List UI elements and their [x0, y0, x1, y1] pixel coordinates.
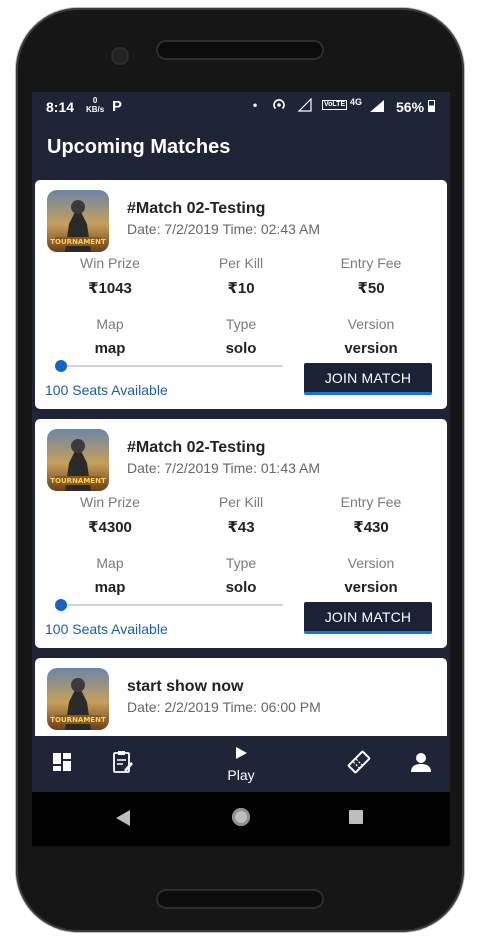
- version-stat: Version version: [301, 555, 441, 596]
- system-navigation-bar: [32, 792, 450, 846]
- notification-dot-icon: •: [253, 98, 258, 112]
- seats-progress-knob: [55, 360, 67, 372]
- clipboard-icon: [112, 750, 134, 779]
- type-value: solo: [225, 340, 257, 357]
- tournament-logo-icon: TOURNAMENT: [47, 429, 109, 491]
- nav-my-matches[interactable]: [106, 736, 140, 792]
- match-card[interactable]: TOURNAMENT #Match 02-Testing Date: 7/2/2…: [35, 180, 447, 409]
- seats-available: 100 Seats Available: [45, 621, 168, 637]
- front-camera: [113, 49, 127, 63]
- nav-play[interactable]: Play: [218, 736, 264, 792]
- join-match-button[interactable]: JOIN MATCH: [304, 363, 432, 395]
- network-type: 4G: [350, 97, 363, 107]
- version-stat: Version version: [301, 316, 441, 357]
- entry-fee-stat: Entry Fee ₹50: [301, 255, 441, 297]
- type-value: solo: [225, 579, 257, 596]
- entry-fee-stat: Entry Fee ₹430: [301, 494, 441, 536]
- back-icon[interactable]: [116, 810, 130, 826]
- win-prize-value: ₹1043: [88, 280, 132, 297]
- type-stat: Type solo: [171, 316, 311, 357]
- svg-text:TOURNAMENT: TOURNAMENT: [50, 477, 106, 485]
- per-kill-value: ₹43: [227, 519, 255, 536]
- seats-progress-knob: [55, 599, 67, 611]
- ticket-icon: [346, 749, 372, 780]
- home-icon[interactable]: [232, 808, 250, 826]
- svg-text:TOURNAMENT: TOURNAMENT: [50, 238, 106, 246]
- type-stat: Type solo: [171, 555, 311, 596]
- win-prize-value: ₹4300: [88, 519, 132, 536]
- status-time: 8:14: [46, 99, 75, 115]
- nav-tickets[interactable]: [342, 736, 376, 792]
- win-prize-stat: Win Prize ₹1043: [40, 255, 180, 297]
- tournament-logo-icon: TOURNAMENT: [47, 190, 109, 252]
- nav-dashboard[interactable]: [46, 736, 78, 792]
- match-title: #Match 02-Testing: [127, 439, 266, 456]
- battery-icon: [428, 100, 435, 112]
- match-datetime: Date: 7/2/2019 Time: 02:43 AM: [127, 221, 321, 237]
- seats-progress-bar: [55, 599, 283, 611]
- per-kill-stat: Per Kill ₹43: [171, 494, 311, 536]
- tournament-logo-icon: TOURNAMENT: [47, 668, 109, 730]
- match-list[interactable]: TOURNAMENT #Match 02-Testing Date: 7/2/2…: [32, 180, 450, 736]
- volte-icon: VoLTE: [322, 100, 348, 110]
- join-match-button[interactable]: JOIN MATCH: [304, 602, 432, 634]
- match-datetime: Date: 2/2/2019 Time: 06:00 PM: [127, 699, 321, 715]
- parking-notification-icon: P: [112, 98, 123, 115]
- battery-percent: 56%: [396, 99, 425, 115]
- nav-play-label: Play: [227, 766, 255, 783]
- network-speed: 0 KB/s: [86, 96, 105, 114]
- match-title: #Match 02-Testing: [127, 200, 266, 217]
- dashboard-icon: [52, 752, 72, 777]
- bottom-speaker: [158, 891, 322, 907]
- app-screen: 8:14 0 KB/s P • VoLTE 4G 56% Upcoming Ma…: [32, 92, 450, 846]
- earpiece-speaker: [158, 42, 322, 58]
- map-stat: Map map: [40, 316, 180, 357]
- match-datetime: Date: 7/2/2019 Time: 01:43 AM: [127, 460, 321, 476]
- version-value: version: [344, 579, 398, 596]
- match-title: start show now: [127, 678, 244, 695]
- status-bar: 8:14 0 KB/s P • VoLTE 4G 56%: [32, 92, 450, 122]
- empty-signal-icon: [297, 97, 312, 115]
- seats-progress-bar: [55, 360, 283, 372]
- hotspot-icon: [272, 98, 286, 115]
- bottom-navigation: Play: [32, 736, 450, 792]
- match-card[interactable]: TOURNAMENT #Match 02-Testing Date: 7/2/2…: [35, 419, 447, 648]
- per-kill-stat: Per Kill ₹10: [171, 255, 311, 297]
- signal-icon: [369, 99, 385, 116]
- match-card[interactable]: TOURNAMENT start show now Date: 2/2/2019…: [35, 658, 447, 736]
- map-value: map: [94, 340, 126, 357]
- nav-profile[interactable]: [404, 736, 438, 792]
- map-value: map: [94, 579, 126, 596]
- map-stat: Map map: [40, 555, 180, 596]
- entry-fee-value: ₹430: [353, 519, 389, 536]
- win-prize-stat: Win Prize ₹4300: [40, 494, 180, 536]
- per-kill-value: ₹10: [227, 280, 255, 297]
- recent-apps-icon[interactable]: [349, 810, 363, 824]
- page-title: Upcoming Matches: [47, 136, 231, 158]
- profile-icon: [410, 751, 432, 778]
- entry-fee-value: ₹50: [357, 280, 385, 297]
- svg-text:TOURNAMENT: TOURNAMENT: [50, 716, 106, 724]
- play-icon: [234, 746, 248, 765]
- seats-available: 100 Seats Available: [45, 382, 168, 398]
- version-value: version: [344, 340, 398, 357]
